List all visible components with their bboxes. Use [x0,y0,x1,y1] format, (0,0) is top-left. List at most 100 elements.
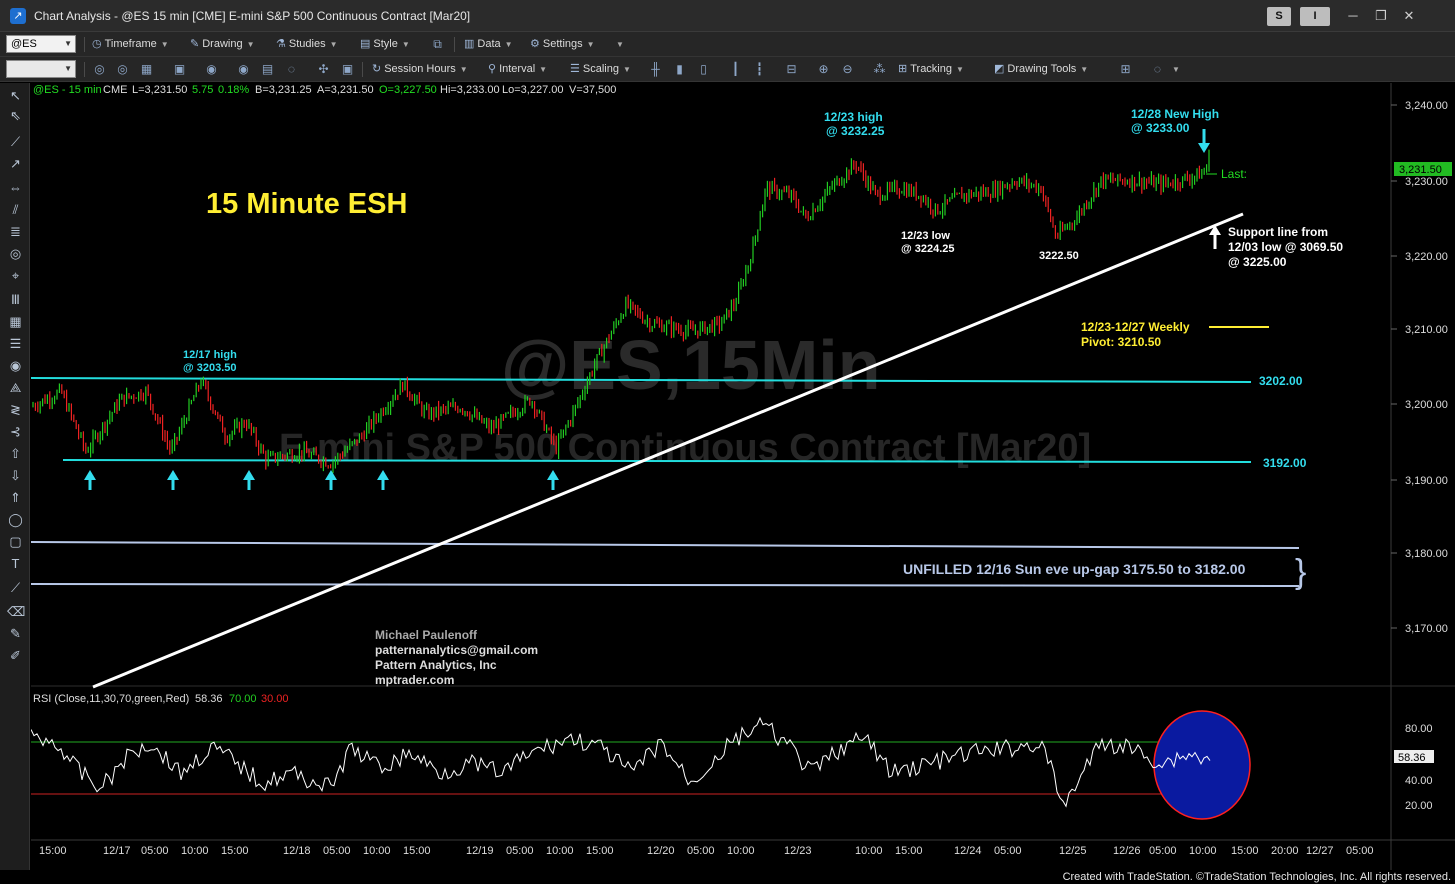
quote-line: @ES - 15 min CME L=3,231.50 5.75 0.18% B… [33,84,616,96]
arrow-up-outline-icon[interactable]: ⇑ [7,489,24,506]
drawing-tools-menu[interactable]: ◩ Drawing Tools ▼ [994,61,1088,78]
low-3222-label: 3222.50 [1039,250,1079,262]
time-axis-label: 10:00 [181,845,209,857]
price-tick: 3,190.00 [1405,475,1448,487]
studies-menu[interactable]: ⚗ Studies ▼ [276,36,338,53]
session-hours-menu[interactable]: ↻ Session Hours ▼ [372,61,468,78]
histogram-icon[interactable]: ┇ [752,62,767,77]
calendar-icon[interactable]: ▦ [139,62,154,77]
bar-chart-icon: ▥ [464,38,475,50]
cycle-lines-icon[interactable]: ⊰ [7,423,24,440]
brush-icon: ▤ [360,38,371,50]
window-title: Chart Analysis - @ES 15 min [CME] E-mini… [34,9,471,23]
horizontal-line-icon[interactable]: ⇔ [7,179,24,196]
arrow-down-tool-icon[interactable]: ⇩ [7,467,24,484]
tracking-menu[interactable]: ⊞ Tracking ▼ [898,61,964,78]
speed-lines-icon[interactable]: ⟁ [7,379,24,396]
support-note-line1: Support line from [1228,225,1328,239]
spiral-icon[interactable]: ◉ [7,357,24,374]
pivot-line1: 12/23-12/27 Weekly [1081,320,1190,334]
pitchfork-icon[interactable]: ⌖ [7,267,24,284]
zoom-in-icon[interactable]: ⊕ [816,62,831,77]
toolbar2-overflow[interactable]: ▼ [1168,61,1180,78]
pencil-tool-icon[interactable]: ✎ [7,625,24,642]
grid-tool-icon[interactable]: ▦ [7,313,24,330]
refresh-icon[interactable]: ◎ [92,62,107,77]
time-axis-label: 12/26 [1113,845,1141,857]
cycle-icon[interactable]: ◉ [204,62,219,77]
chart-svg[interactable]: @ES,15Min E-mini S&P 500 Continuous Cont… [30,83,1455,873]
volume-icon[interactable]: ┃ [728,62,743,77]
scaling-menu[interactable]: ☰ Scaling ▼ [570,61,631,78]
time-axis-label: 10:00 [363,845,391,857]
session-hours-label: Session Hours [384,63,456,75]
interval-input[interactable]: ▼ [6,60,76,78]
restore-button[interactable]: ❐ [1370,6,1392,26]
gap-annotation: UNFILLED 12/16 Sun eve up-gap 3175.50 to… [903,561,1246,577]
tool-box-icon[interactable]: ⊞ [1118,62,1133,77]
chevron-down-icon: ▼ [1172,65,1180,74]
magic-icon[interactable]: ✣ [316,62,331,77]
channel-icon[interactable]: ⫽ [7,201,24,218]
close-button[interactable]: ✕ [1398,6,1420,26]
ellipse-tool-icon[interactable]: ◯ [7,511,24,528]
chart-area[interactable]: @ES,15Min E-mini S&P 500 Continuous Cont… [30,83,1455,873]
candle-icon[interactable]: ▮ [672,62,687,77]
zigzag-icon[interactable]: ≷ [7,401,24,418]
window-icon[interactable]: ▣ [340,62,355,77]
symbol-link-i-button[interactable]: I [1300,7,1330,26]
ray-icon[interactable]: ↗ [7,155,24,172]
settings-menu[interactable]: ⚙ Settings ▼ [530,36,595,53]
session-icon: ↻ [372,63,382,75]
high-1228-line2: @ 3233.00 [1131,121,1190,135]
chevron-down-icon: ▼ [1080,65,1089,74]
time-axis-label: 10:00 [1189,845,1217,857]
time-axis-label: 05:00 [1346,845,1374,857]
list-tool-icon[interactable]: ☰ [7,335,24,352]
arrow-up-tool-icon[interactable]: ⇧ [7,445,24,462]
interval-menu[interactable]: ⚲ Interval ▼ [488,61,547,78]
eraser-icon[interactable]: ⌫ [7,603,25,620]
grid-icon[interactable]: ⁂ [872,62,887,77]
pointer-icon[interactable]: ↖ [7,87,24,104]
minimize-button[interactable]: ─ [1342,6,1364,26]
ruler-icon[interactable]: ⟋ [7,579,24,596]
marker-icon[interactable]: ✐ [7,647,24,664]
layout-icon[interactable]: ⧉ [430,37,445,52]
quote-bid: B=3,231.25 [255,84,312,96]
text-tool-icon[interactable]: T [7,555,24,572]
fibonacci-icon[interactable]: ≣ [7,223,24,240]
candle-hollow-icon[interactable]: ▯ [696,62,711,77]
time-axis: 15:00 12/17 05:00 10:00 15:00 12/18 05:00 10:00… [39,845,1374,857]
style-menu[interactable]: ▤ Style ▼ [360,36,410,53]
record-icon[interactable]: ◉ [236,62,251,77]
save-icon[interactable]: ▤ [260,62,275,77]
zoom-out-icon[interactable]: ⊖ [840,62,855,77]
dash-icon[interactable]: ⊟ [784,62,799,77]
scaling-label: Scaling [582,63,619,75]
select-icon[interactable]: ⇖ [7,107,24,124]
trendline-icon[interactable]: ⟋ [7,133,24,150]
time-axis-label: 10:00 [546,845,574,857]
drawing-tools-icon: ◩ [994,63,1005,75]
bar-style-icon[interactable]: ╫ [648,62,663,77]
app-chart-icon: ↗ [10,8,26,24]
window-titlebar: ↗ Chart Analysis - @ES 15 min [CME] E-mi… [0,0,1455,32]
chart-props-icon[interactable]: ▣ [172,62,187,77]
chat-icon[interactable]: ◌ [1150,62,1165,77]
circle-tool-icon[interactable]: ◎ [7,245,24,262]
symbol-link-s-button[interactable]: S [1267,7,1291,26]
timeframe-menu[interactable]: ◷ Timeframe ▼ [92,36,169,53]
bars-tool-icon[interactable]: Ⅲ [7,291,24,308]
data-menu[interactable]: ▥ Data ▼ [464,36,513,53]
time-axis-label: 15:00 [39,845,67,857]
sync-icon[interactable]: ◌ [284,62,299,77]
reload-icon[interactable]: ◎ [115,62,130,77]
high-1228-line1: 12/28 New High [1131,107,1219,121]
toolbar-overflow[interactable]: ▼ [612,36,624,53]
drawing-menu[interactable]: ✎ Drawing ▼ [190,36,255,53]
quote-open: O=3,227.50 [379,84,437,96]
rectangle-tool-icon[interactable]: ▢ [7,533,24,550]
quote-symbol: @ES - 15 min [33,84,102,96]
symbol-input[interactable]: @ES ▼ [6,35,76,53]
